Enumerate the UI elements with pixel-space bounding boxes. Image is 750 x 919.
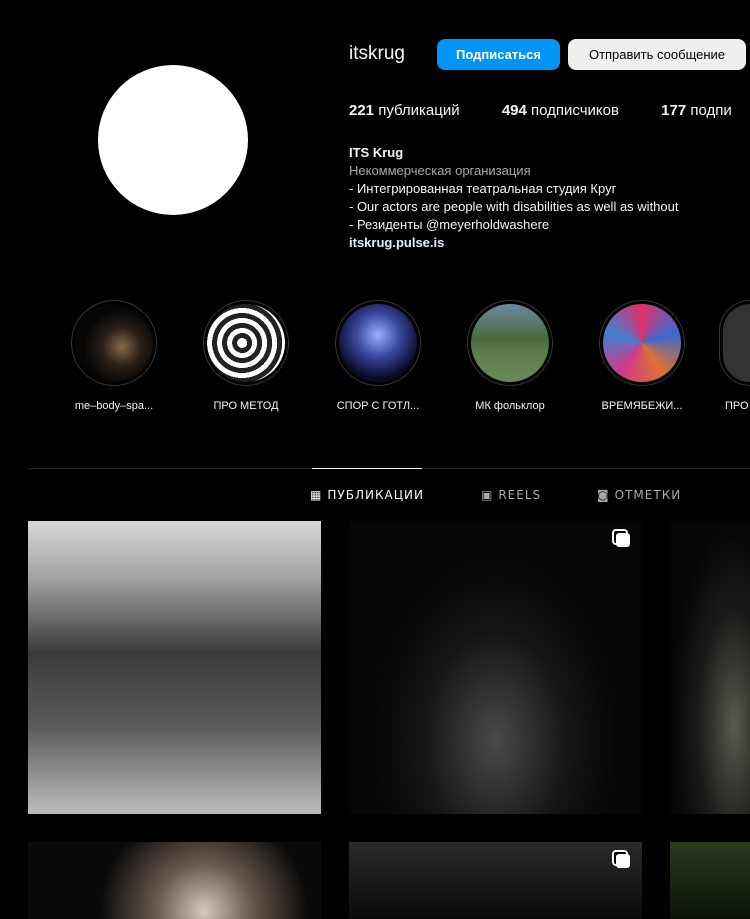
bio-line: - Our actors are people with disabilitie…: [349, 199, 679, 214]
bio-line: - Резиденты @meyerholdwashere: [349, 217, 550, 232]
highlight[interactable]: me–body–spa...: [59, 300, 169, 412]
post-tile[interactable]: [28, 842, 321, 919]
tab-reels[interactable]: ▣ REELS: [481, 488, 541, 502]
highlight-label: ПРО МЕТОД: [213, 400, 279, 412]
username: itskrug: [349, 43, 405, 64]
post-tile[interactable]: [349, 842, 642, 919]
followers-count[interactable]: 494 подписчиков: [502, 102, 619, 119]
category: Некоммерческая организация: [349, 163, 531, 178]
grid-icon: ▦: [310, 488, 323, 502]
tab-posts[interactable]: ▦ ПУБЛИКАЦИИ: [310, 468, 423, 502]
bio-link[interactable]: itskrug.pulse.is: [349, 234, 678, 252]
highlight[interactable]: ПРО: [719, 300, 750, 412]
highlight-label: СПОР С ГОТЛ...: [336, 400, 420, 412]
highlight[interactable]: ВРЕМЯБЕЖИ...: [587, 300, 697, 412]
profile-bio: ITS Krug Некоммерческая организация - Ин…: [349, 144, 678, 252]
highlight-label: ПРО: [725, 400, 749, 412]
highlight-label: МК фольклор: [475, 400, 545, 412]
post-tile[interactable]: [28, 521, 321, 814]
display-name: ITS Krug: [349, 145, 404, 160]
tagged-icon: ◙: [597, 488, 610, 502]
follow-button[interactable]: Подписаться: [437, 39, 560, 70]
bio-line: - Интегрированная театральная студия Кру…: [349, 181, 617, 196]
post-tile[interactable]: [349, 521, 642, 814]
highlight-label: me–body–spa...: [74, 400, 154, 412]
highlight[interactable]: СПОР С ГОТЛ...: [323, 300, 433, 412]
highlight[interactable]: ПРО МЕТОД: [191, 300, 301, 412]
send-message-button[interactable]: Отправить сообщение: [568, 39, 746, 70]
profile-avatar[interactable]: [98, 65, 248, 215]
reels-icon: ▣: [481, 488, 494, 502]
profile-stats: 221 публикаций 494 подписчиков 177 подпи: [349, 102, 732, 119]
following-count[interactable]: 177 подпи: [661, 102, 732, 119]
highlight[interactable]: МК фольклор: [455, 300, 565, 412]
tab-tagged[interactable]: ◙ ОТМЕТКИ: [597, 488, 681, 502]
post-tile[interactable]: [670, 842, 750, 919]
carousel-icon: [616, 533, 630, 547]
post-tile[interactable]: [670, 521, 750, 814]
posts-count: 221 публикаций: [349, 102, 460, 119]
carousel-icon: [616, 854, 630, 868]
highlight-label: ВРЕМЯБЕЖИ...: [601, 400, 683, 412]
